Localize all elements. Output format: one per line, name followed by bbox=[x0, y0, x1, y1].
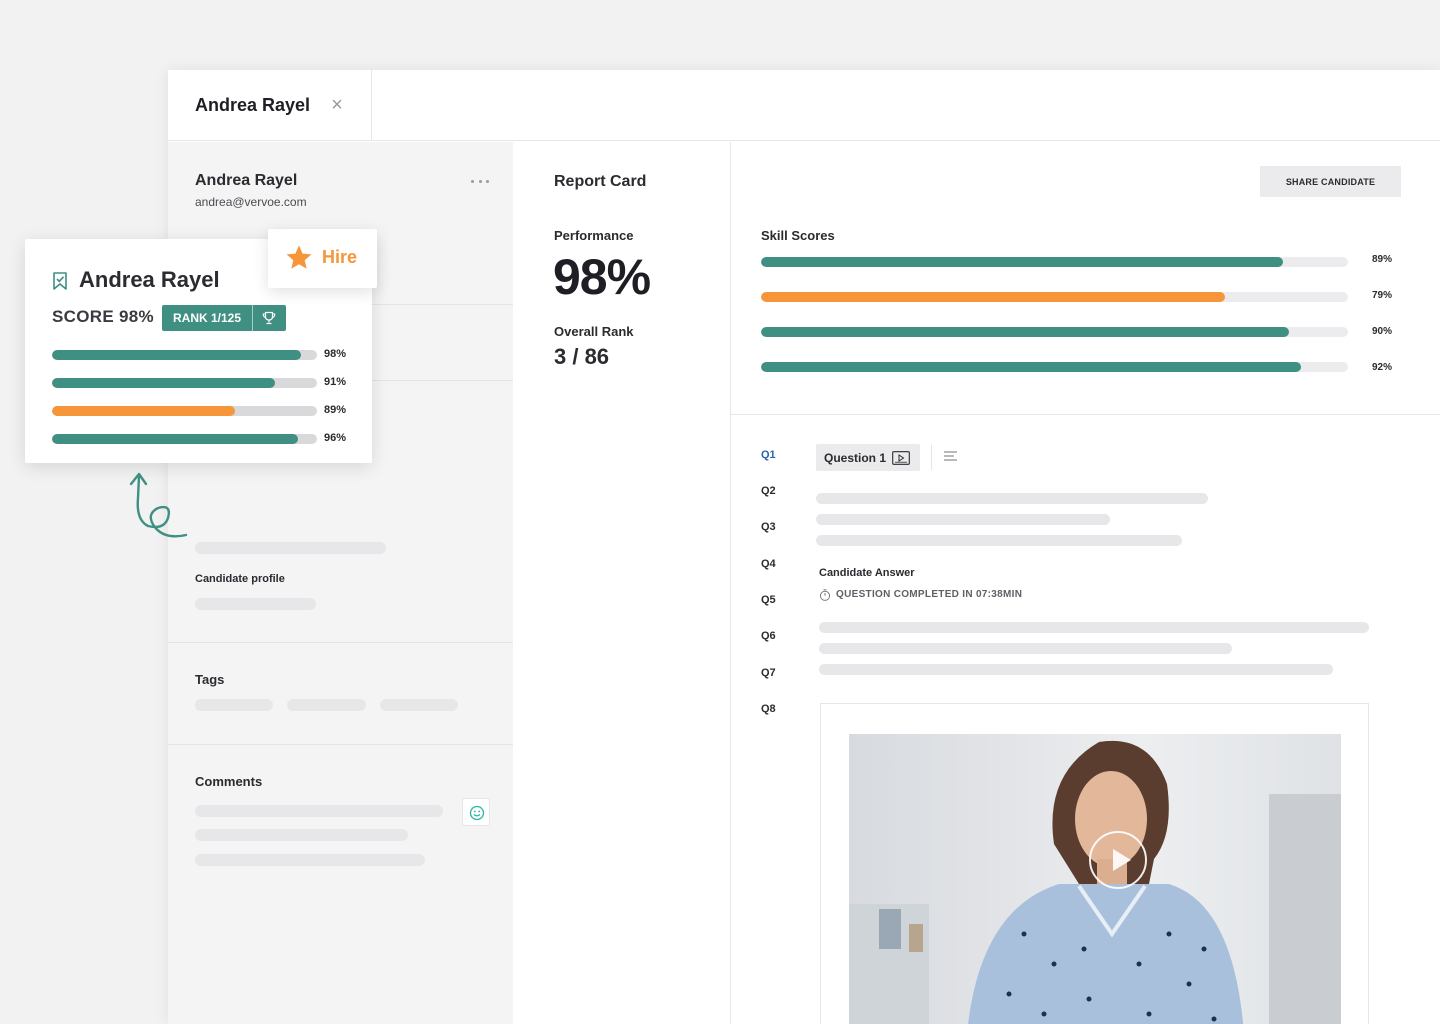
text-lines-icon[interactable] bbox=[944, 451, 958, 461]
rank-badge[interactable]: RANK 1/125 bbox=[162, 305, 286, 331]
tag-placeholder bbox=[287, 699, 366, 711]
question-text-placeholder bbox=[816, 535, 1182, 546]
smile-icon bbox=[469, 805, 485, 821]
question-tab-label: Question 1 bbox=[824, 451, 887, 465]
question-nav-q1[interactable]: Q1 bbox=[761, 449, 776, 461]
close-icon[interactable]: × bbox=[328, 95, 346, 115]
stopwatch-icon bbox=[819, 589, 831, 601]
tags-label: Tags bbox=[195, 672, 225, 687]
placeholder-line bbox=[195, 542, 386, 554]
score-card-bar-fill bbox=[52, 406, 235, 416]
divider bbox=[931, 445, 932, 470]
overall-rank-value: 3 / 86 bbox=[554, 344, 610, 369]
question-nav-q2[interactable]: Q2 bbox=[761, 485, 776, 497]
performance-value: 98% bbox=[553, 249, 651, 305]
report-card-panel: Report Card Performance 98% Overall Rank… bbox=[513, 142, 731, 1024]
divider bbox=[252, 305, 253, 331]
question-nav-q5[interactable]: Q5 bbox=[761, 594, 776, 606]
question-nav-q3[interactable]: Q3 bbox=[761, 521, 776, 533]
score-card-bar bbox=[52, 378, 317, 388]
answer-status: QUESTION COMPLETED IN 07:38MIN bbox=[836, 589, 1023, 600]
question-nav-q7[interactable]: Q7 bbox=[761, 667, 776, 679]
candidate-window: Andrea Rayel × Andrea Rayel andrea@vervo… bbox=[168, 70, 1440, 1024]
skill-percent: 92% bbox=[1372, 362, 1393, 373]
divider bbox=[168, 744, 513, 745]
video-player[interactable] bbox=[849, 734, 1341, 1024]
candidate-answer-title: Candidate Answer bbox=[819, 567, 915, 579]
answer-text-placeholder bbox=[819, 643, 1232, 654]
hire-label: Hire bbox=[322, 247, 358, 267]
candidate-profile-label: Candidate profile bbox=[195, 573, 285, 585]
score-card-percent: 91% bbox=[324, 376, 347, 388]
tag-placeholder bbox=[195, 699, 273, 711]
skill-percent: 89% bbox=[1372, 254, 1393, 265]
score-card-bar-fill bbox=[52, 350, 302, 360]
score-card-percent: 96% bbox=[324, 432, 347, 444]
skill-bar-fill bbox=[761, 327, 1290, 337]
more-options-icon[interactable] bbox=[471, 178, 489, 184]
score-card-score: SCORE 98% bbox=[52, 307, 154, 326]
performance-label: Performance bbox=[554, 228, 634, 243]
trophy-icon bbox=[262, 311, 276, 325]
skill-bar-fill bbox=[761, 292, 1225, 302]
skill-percent: 79% bbox=[1372, 290, 1393, 301]
skill-bar-fill bbox=[761, 362, 1302, 372]
skill-bar bbox=[761, 327, 1348, 337]
score-card-percent: 89% bbox=[324, 404, 347, 416]
bookmark-check-icon bbox=[53, 272, 67, 290]
overall-rank-label: Overall Rank bbox=[554, 324, 634, 339]
question-nav-q6[interactable]: Q6 bbox=[761, 630, 776, 642]
skill-bar bbox=[761, 257, 1348, 267]
tag-placeholder bbox=[380, 699, 458, 711]
placeholder-line bbox=[195, 598, 316, 610]
candidate-name: Andrea Rayel bbox=[195, 172, 298, 189]
candidate-email: andrea@vervoe.com bbox=[195, 195, 307, 209]
score-card-bar bbox=[52, 350, 317, 360]
candidate-video-still bbox=[849, 740, 1341, 1024]
video-icon bbox=[892, 451, 910, 465]
video-answer-frame bbox=[820, 703, 1369, 1024]
question-nav-q4[interactable]: Q4 bbox=[761, 558, 776, 570]
skill-bar bbox=[761, 362, 1348, 372]
rank-badge-label: RANK 1/125 bbox=[173, 311, 242, 325]
tab-candidate[interactable]: Andrea Rayel × bbox=[168, 70, 372, 141]
share-candidate-button[interactable]: SHARE CANDIDATE bbox=[1260, 166, 1401, 197]
question-text-placeholder bbox=[816, 493, 1208, 504]
tab-bar: Andrea Rayel × bbox=[168, 70, 1440, 141]
skills-panel: SHARE CANDIDATE Skill Scores 89% 79% 90%… bbox=[731, 142, 1440, 1024]
comment-placeholder bbox=[195, 805, 443, 817]
divider bbox=[168, 642, 513, 643]
star-icon bbox=[286, 245, 312, 269]
score-card-bar-fill bbox=[52, 378, 275, 388]
comment-placeholder bbox=[195, 829, 408, 841]
question-tab[interactable]: Question 1 bbox=[816, 444, 920, 471]
skill-bar-fill bbox=[761, 257, 1284, 267]
skill-bar bbox=[761, 292, 1348, 302]
comment-placeholder bbox=[195, 854, 425, 866]
play-button[interactable] bbox=[1089, 831, 1147, 889]
hire-button[interactable]: Hire bbox=[268, 229, 377, 288]
curved-arrow-icon bbox=[129, 472, 188, 538]
answer-text-placeholder bbox=[819, 622, 1369, 633]
question-nav-q8[interactable]: Q8 bbox=[761, 703, 776, 715]
score-card-bar-fill bbox=[52, 434, 299, 444]
question-text-placeholder bbox=[816, 514, 1110, 525]
score-card-bar bbox=[52, 434, 317, 444]
report-card-title: Report Card bbox=[554, 173, 647, 190]
tab-title: Andrea Rayel bbox=[195, 95, 311, 115]
answer-text-placeholder bbox=[819, 664, 1333, 675]
score-card-percent: 98% bbox=[324, 348, 347, 360]
score-card-name: Andrea Rayel bbox=[79, 267, 220, 292]
emoji-button[interactable] bbox=[462, 798, 490, 826]
comments-label: Comments bbox=[195, 774, 263, 789]
score-card-bar bbox=[52, 406, 317, 416]
divider bbox=[731, 414, 1440, 415]
skill-percent: 90% bbox=[1372, 326, 1393, 337]
skill-scores-title: Skill Scores bbox=[761, 228, 835, 243]
